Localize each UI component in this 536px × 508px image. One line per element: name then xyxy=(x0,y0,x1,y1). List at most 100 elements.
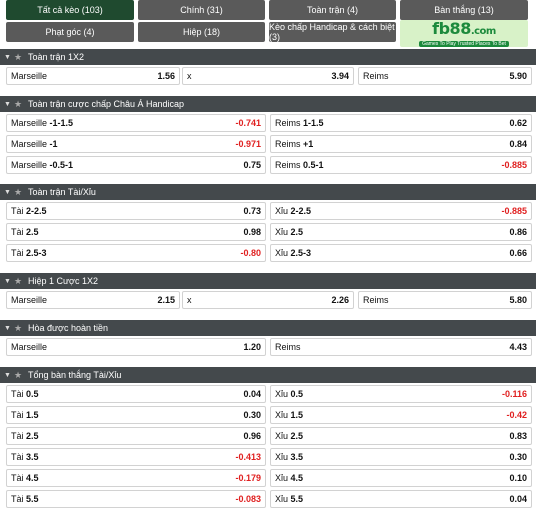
odds-value: 0.04 xyxy=(509,494,527,504)
section-header[interactable]: ▼ ★ Hiệp 1 Cược 1X2 xyxy=(0,273,536,289)
selection-name: Marseille xyxy=(11,71,48,81)
handicap-line: 0.5 xyxy=(26,389,39,399)
odds-value: 0.73 xyxy=(243,206,261,216)
odds-cell[interactable]: Tài 2.5 0.96 xyxy=(6,427,266,445)
handicap-line: 1.5 xyxy=(290,410,304,420)
odds-cell[interactable]: Xỉu 2.5 0.86 xyxy=(270,223,532,241)
odds-cell[interactable]: x 2.26 xyxy=(182,291,354,309)
tab-half[interactable]: Hiệp (18) xyxy=(138,22,265,42)
selection-name: Reims xyxy=(275,160,301,170)
odds-value: -0.80 xyxy=(240,248,261,258)
odds-cell[interactable]: Xỉu 2.5-3 0.66 xyxy=(270,244,532,262)
collapse-chevron-icon[interactable]: ▼ xyxy=(4,278,14,285)
odds-cell[interactable]: Reims 5.80 xyxy=(358,291,532,309)
odds-cell[interactable]: Tài 2-2.5 0.73 xyxy=(6,202,266,220)
tab-full-time[interactable]: Toàn trận (4) xyxy=(269,0,396,20)
odds-cell[interactable]: Tài 2.5-3 -0.80 xyxy=(6,244,266,262)
tab-main[interactable]: Chính (31) xyxy=(138,0,265,20)
odds-cell[interactable]: Marseille 1.20 xyxy=(6,338,266,356)
odds-cell[interactable]: Xỉu 2.5 0.83 xyxy=(270,427,532,445)
odds-cell[interactable]: Reims 0.5-1 -0.885 xyxy=(270,156,532,174)
section-title: Tổng bàn thắng Tài/Xỉu xyxy=(28,370,122,380)
odds-cell[interactable]: Tài 5.5 -0.083 xyxy=(6,490,266,508)
odds-row: Marseille -1 -0.971 Reims +1 0.84 xyxy=(0,135,536,153)
handicap-line: 4.5 xyxy=(26,473,39,483)
odds-value: 1.20 xyxy=(243,342,261,352)
odds-cell[interactable]: Marseille -1 -0.971 xyxy=(6,135,266,153)
odds-cell[interactable]: Tài 4.5 -0.179 xyxy=(6,469,266,487)
selection-name: Reims xyxy=(363,71,389,81)
fb88-ad-banner[interactable]: fb88.com Games To Play Trusted Places To… xyxy=(400,20,528,47)
odds-cell[interactable]: Xỉu 4.5 0.10 xyxy=(270,469,532,487)
section-header[interactable]: ▼ ★ Hòa được hoàn tiền xyxy=(0,320,536,336)
odds-value: -0.885 xyxy=(501,160,527,170)
odds-cell[interactable]: Marseille 1.56 xyxy=(6,67,180,85)
tab-goals[interactable]: Bàn thắng (13) xyxy=(400,0,528,20)
favorite-star-icon[interactable]: ★ xyxy=(14,370,24,381)
handicap-line: 5.5 xyxy=(290,494,304,504)
odds-value: -0.741 xyxy=(235,118,261,128)
selection-name: Xỉu xyxy=(275,431,289,441)
odds-cell[interactable]: Marseille 2.15 xyxy=(6,291,180,309)
odds-cell[interactable]: Reims 4.43 xyxy=(270,338,532,356)
favorite-star-icon[interactable]: ★ xyxy=(14,276,24,287)
handicap-line: +1 xyxy=(303,139,314,149)
section-header[interactable]: ▼ ★ Toàn trận cược chấp Châu Á Handicap xyxy=(0,96,536,112)
collapse-chevron-icon[interactable]: ▼ xyxy=(4,101,14,108)
odds-value: 0.10 xyxy=(509,473,527,483)
odds-row: Tài 3.5 -0.413 Xỉu 3.5 0.30 xyxy=(0,448,536,466)
collapse-chevron-icon[interactable]: ▼ xyxy=(4,54,14,61)
odds-value: 4.43 xyxy=(509,342,527,352)
odds-value: 0.62 xyxy=(509,118,527,128)
handicap-line: 2.5 xyxy=(26,227,39,237)
odds-value: -0.116 xyxy=(501,389,527,399)
favorite-star-icon[interactable]: ★ xyxy=(14,52,24,63)
section-header[interactable]: ▼ ★ Tổng bàn thắng Tài/Xỉu xyxy=(0,367,536,383)
odds-value: -0.083 xyxy=(235,494,261,504)
section-header[interactable]: ▼ ★ Toàn trận Tài/Xỉu xyxy=(0,184,536,200)
selection-name: Xỉu xyxy=(275,410,289,420)
selection-name: Marseille xyxy=(11,160,48,170)
odds-cell[interactable]: Xỉu 0.5 -0.116 xyxy=(270,385,532,403)
odds-value: -0.885 xyxy=(501,206,527,216)
collapse-chevron-icon[interactable]: ▼ xyxy=(4,189,14,196)
tab-corners[interactable]: Phạt góc (4) xyxy=(6,22,134,42)
odds-row: Marseille -0.5-1 0.75 Reims 0.5-1 -0.885 xyxy=(0,156,536,174)
odds-cell[interactable]: x 3.94 xyxy=(182,67,354,85)
selection-name: Tài xyxy=(11,431,24,441)
odds-cell[interactable]: Xỉu 2-2.5 -0.885 xyxy=(270,202,532,220)
odds-cell[interactable]: Xỉu 1.5 -0.42 xyxy=(270,406,532,424)
tab-all-markets[interactable]: Tất cả kèo (103) xyxy=(6,0,134,20)
odds-cell[interactable]: Reims 1-1.5 0.62 xyxy=(270,114,532,132)
handicap-line: 2.5 xyxy=(290,431,304,441)
selection-name: Xỉu xyxy=(275,248,289,258)
handicap-line: 3.5 xyxy=(290,452,304,462)
selection-name: Xỉu xyxy=(275,452,289,462)
collapse-chevron-icon[interactable]: ▼ xyxy=(4,325,14,332)
odds-cell[interactable]: Reims 5.90 xyxy=(358,67,532,85)
odds-value: 0.30 xyxy=(509,452,527,462)
tab-handicap[interactable]: Kèo chấp Handicap & cách biệt (3) xyxy=(269,22,396,42)
odds-cell[interactable]: Tài 0.5 0.04 xyxy=(6,385,266,403)
odds-cell[interactable]: Tài 3.5 -0.413 xyxy=(6,448,266,466)
odds-row: Marseille 1.20 Reims 4.43 xyxy=(0,338,536,356)
odds-cell[interactable]: Xỉu 5.5 0.04 xyxy=(270,490,532,508)
odds-cell[interactable]: Reims +1 0.84 xyxy=(270,135,532,153)
handicap-line: -1 xyxy=(49,139,58,149)
favorite-star-icon[interactable]: ★ xyxy=(14,187,24,198)
favorite-star-icon[interactable]: ★ xyxy=(14,323,24,334)
selection-name: Xỉu xyxy=(275,473,289,483)
selection-name: Tài xyxy=(11,452,24,462)
odds-cell[interactable]: Marseille -0.5-1 0.75 xyxy=(6,156,266,174)
odds-cell[interactable]: Xỉu 3.5 0.30 xyxy=(270,448,532,466)
favorite-star-icon[interactable]: ★ xyxy=(14,99,24,110)
odds-value: 5.80 xyxy=(509,295,527,305)
odds-cell[interactable]: Marseille -1-1.5 -0.741 xyxy=(6,114,266,132)
section-header[interactable]: ▼ ★ Toàn trận 1X2 xyxy=(0,49,536,65)
odds-cell[interactable]: Tài 2.5 0.98 xyxy=(6,223,266,241)
odds-cell[interactable]: Tài 1.5 0.30 xyxy=(6,406,266,424)
odds-value: 5.90 xyxy=(509,71,527,81)
collapse-chevron-icon[interactable]: ▼ xyxy=(4,372,14,379)
selection-name: x xyxy=(187,71,192,81)
handicap-line: 2-2.5 xyxy=(26,206,47,216)
